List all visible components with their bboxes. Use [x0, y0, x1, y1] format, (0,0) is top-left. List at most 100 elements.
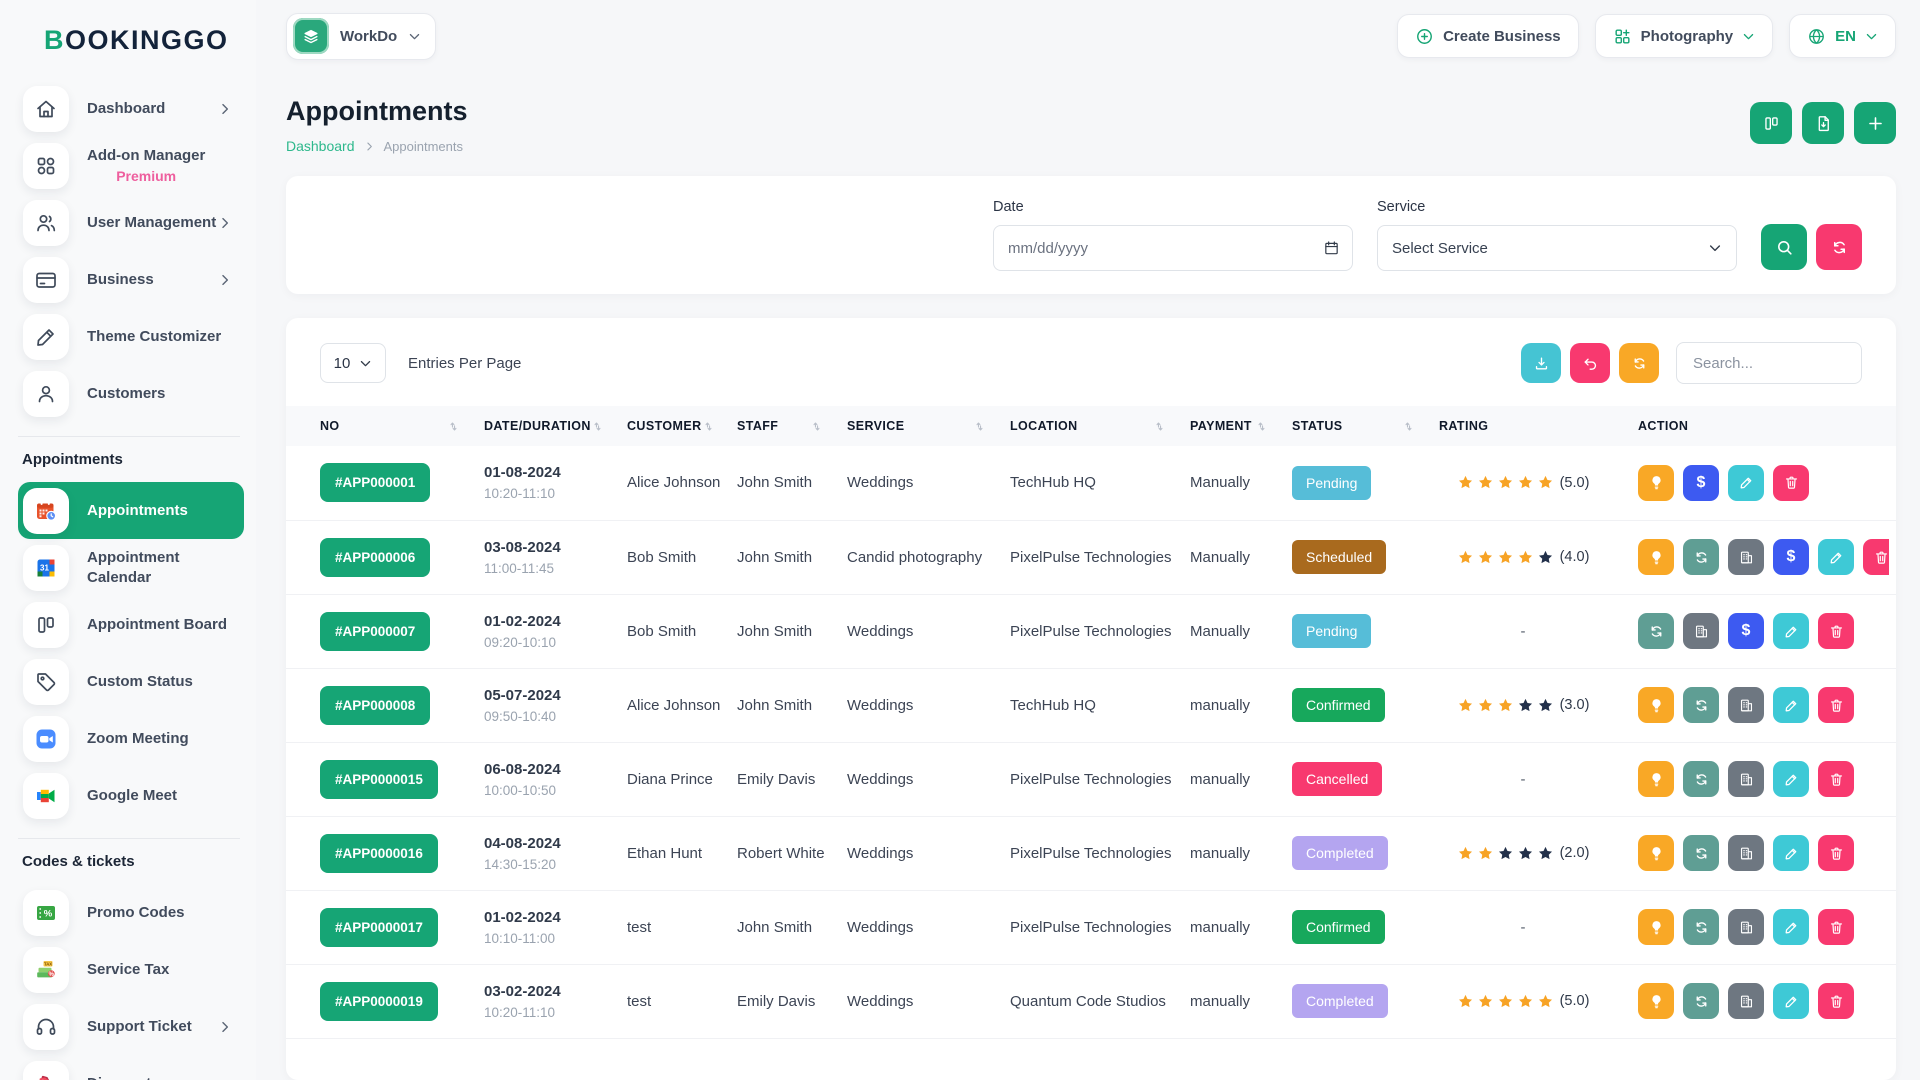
column-header-status[interactable]: STATUS — [1292, 406, 1439, 446]
office-action-button[interactable] — [1728, 909, 1764, 945]
calendar-icon[interactable] — [1323, 240, 1340, 257]
sidebar-item-support-ticket[interactable]: Support Ticket — [18, 998, 244, 1055]
edit-action-button[interactable] — [1773, 983, 1809, 1019]
sidebar-item-promo-codes[interactable]: Promo Codes — [18, 884, 244, 941]
bulb-action-button[interactable] — [1638, 687, 1674, 723]
appointment-no-badge[interactable]: #APP0000017 — [320, 908, 438, 947]
sidebar-item-customers[interactable]: Customers — [18, 365, 244, 422]
sort-icon[interactable] — [447, 420, 460, 433]
sidebar-item-google-meet[interactable]: Google Meet — [18, 767, 244, 824]
status-badge: Cancelled — [1292, 762, 1382, 796]
office-action-button[interactable] — [1728, 983, 1764, 1019]
edit-action-button[interactable] — [1773, 835, 1809, 871]
language-dropdown[interactable]: EN — [1789, 14, 1896, 58]
undo-button[interactable] — [1570, 343, 1610, 383]
delete-action-button[interactable] — [1818, 835, 1854, 871]
sort-icon[interactable] — [1402, 420, 1415, 433]
search-input[interactable] — [1676, 342, 1862, 384]
sidebar-item-zoom-meeting[interactable]: Zoom Meeting — [18, 710, 244, 767]
delete-action-button[interactable] — [1818, 983, 1854, 1019]
appointment-no-badge[interactable]: #APP000007 — [320, 612, 430, 651]
bulb-action-button[interactable] — [1638, 465, 1674, 501]
filter-search-button[interactable] — [1761, 224, 1807, 270]
office-action-button[interactable] — [1728, 539, 1764, 575]
edit-action-button[interactable] — [1773, 687, 1809, 723]
bulb-action-button[interactable] — [1638, 983, 1674, 1019]
dollar-action-button[interactable]: $ — [1773, 539, 1809, 575]
sort-icon[interactable] — [702, 420, 715, 433]
sort-icon[interactable] — [591, 420, 604, 433]
download-button[interactable] — [1521, 343, 1561, 383]
export-button[interactable] — [1802, 102, 1844, 144]
customer-cell: Bob Smith — [627, 520, 737, 594]
sort-icon[interactable] — [1153, 420, 1166, 433]
sync-action-button[interactable] — [1683, 909, 1719, 945]
edit-action-button[interactable] — [1818, 539, 1854, 575]
sync-action-button[interactable] — [1683, 687, 1719, 723]
appointment-no-badge[interactable]: #APP0000015 — [320, 760, 438, 799]
bulb-action-button[interactable] — [1638, 909, 1674, 945]
sidebar-item-business[interactable]: Business — [18, 251, 244, 308]
filter-reset-button[interactable] — [1816, 224, 1862, 270]
appointment-no-badge[interactable]: #APP0000016 — [320, 834, 438, 873]
sidebar-item-custom-status[interactable]: Custom Status — [18, 653, 244, 710]
sidebar-item-add-on-manager[interactable]: Add-on ManagerPremium — [18, 137, 244, 194]
column-header-payment[interactable]: PAYMENT — [1190, 406, 1292, 446]
sidebar-item-appointment-board[interactable]: Appointment Board — [18, 596, 244, 653]
sidebar-item-appointments[interactable]: Appointments — [18, 482, 244, 539]
office-action-button[interactable] — [1728, 687, 1764, 723]
delete-action-button[interactable] — [1818, 613, 1854, 649]
sidebar-item-dashboard[interactable]: Dashboard — [18, 80, 244, 137]
delete-action-button[interactable] — [1818, 761, 1854, 797]
sync-action-button[interactable] — [1638, 613, 1674, 649]
delete-action-button[interactable] — [1818, 687, 1854, 723]
date-input[interactable] — [993, 225, 1353, 271]
service-select[interactable]: Select Service — [1377, 225, 1737, 271]
edit-action-button[interactable] — [1773, 761, 1809, 797]
refresh-button[interactable] — [1619, 343, 1659, 383]
delete-action-button[interactable] — [1818, 909, 1854, 945]
appointment-no-badge[interactable]: #APP000001 — [320, 463, 430, 502]
add-appointment-button[interactable] — [1854, 102, 1896, 144]
office-action-button[interactable] — [1728, 761, 1764, 797]
bulb-action-button[interactable] — [1638, 539, 1674, 575]
column-header-location[interactable]: LOCATION — [1010, 406, 1190, 446]
business-type-dropdown[interactable]: Photography — [1595, 14, 1774, 58]
edit-action-button[interactable] — [1773, 613, 1809, 649]
sync-action-button[interactable] — [1683, 835, 1719, 871]
delete-action-button[interactable] — [1773, 465, 1809, 501]
column-header-customer[interactable]: CUSTOMER — [627, 406, 737, 446]
column-header-service[interactable]: SERVICE — [847, 406, 1010, 446]
sidebar-item-theme-customizer[interactable]: Theme Customizer — [18, 308, 244, 365]
entries-per-page-select[interactable]: 10 — [320, 343, 386, 383]
bulb-action-button[interactable] — [1638, 761, 1674, 797]
create-business-button[interactable]: Create Business — [1397, 14, 1579, 58]
sort-icon[interactable] — [973, 420, 986, 433]
sort-icon[interactable] — [810, 420, 823, 433]
column-header-date-duration[interactable]: DATE/DURATION — [484, 406, 627, 446]
column-header-staff[interactable]: STAFF — [737, 406, 847, 446]
breadcrumb-dashboard-link[interactable]: Dashboard — [286, 138, 355, 154]
appointment-no-badge[interactable]: #APP0000019 — [320, 982, 438, 1021]
delete-action-button[interactable] — [1863, 539, 1889, 575]
office-action-button[interactable] — [1728, 835, 1764, 871]
sidebar-item-service-tax[interactable]: Service Tax — [18, 941, 244, 998]
edit-action-button[interactable] — [1773, 909, 1809, 945]
sync-action-button[interactable] — [1683, 983, 1719, 1019]
sidebar-item-discount[interactable]: Discount — [18, 1055, 244, 1080]
workspace-switcher[interactable]: WorkDo — [286, 13, 436, 60]
column-header-no[interactable]: NO — [286, 406, 484, 446]
sidebar-item-user-management[interactable]: User Management — [18, 194, 244, 251]
office-action-button[interactable] — [1683, 613, 1719, 649]
sidebar-item-appointment-calendar[interactable]: Appointment Calendar — [18, 539, 244, 596]
sync-action-button[interactable] — [1683, 539, 1719, 575]
dollar-action-button[interactable]: $ — [1728, 613, 1764, 649]
appointment-no-badge[interactable]: #APP000008 — [320, 686, 430, 725]
dollar-action-button[interactable]: $ — [1683, 465, 1719, 501]
sort-icon[interactable] — [1255, 420, 1268, 433]
bulb-action-button[interactable] — [1638, 835, 1674, 871]
sync-action-button[interactable] — [1683, 761, 1719, 797]
edit-action-button[interactable] — [1728, 465, 1764, 501]
appointment-no-badge[interactable]: #APP000006 — [320, 538, 430, 577]
appointment-board-button[interactable] — [1750, 102, 1792, 144]
